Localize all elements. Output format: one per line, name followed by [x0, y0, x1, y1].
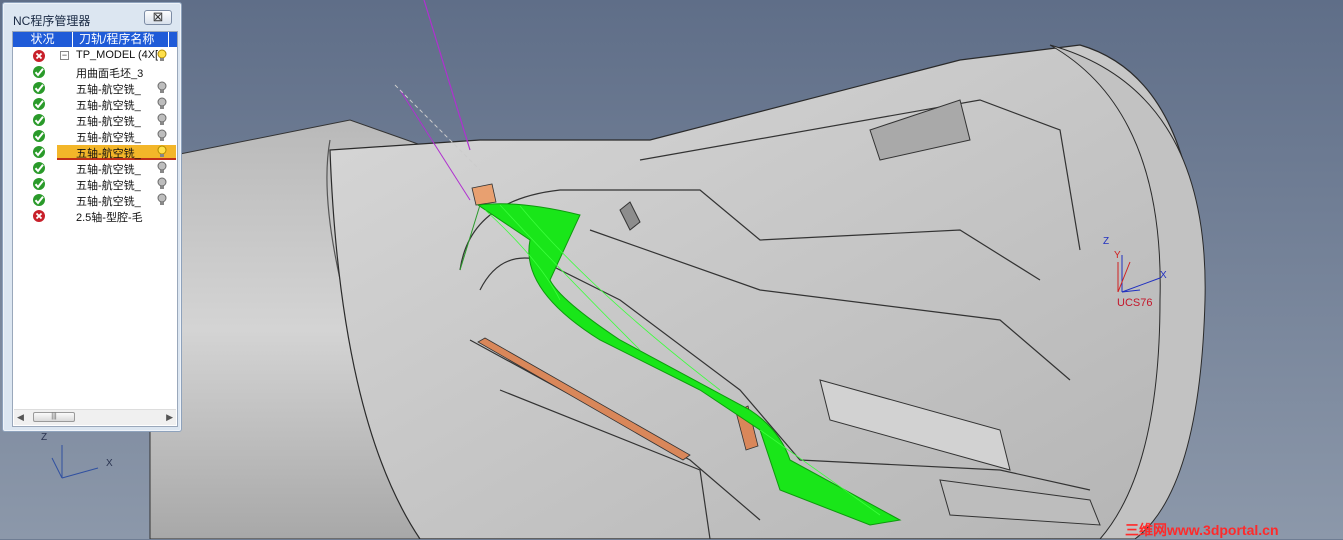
tree-row-name: 五轴-航空铣_ [76, 84, 141, 96]
tree-row[interactable]: 五轴-航空铣_ [13, 192, 177, 208]
tree-row-selected[interactable]: 五轴-航空铣_ [13, 144, 177, 160]
close-button[interactable]: ⊠ [144, 10, 172, 25]
status-ok-icon [33, 146, 45, 158]
scroll-right-arrow[interactable]: ▶ [166, 412, 173, 423]
ucs-y-label: Y [1114, 250, 1121, 261]
horizontal-scrollbar[interactable]: ◀ ||| ▶ [14, 409, 176, 425]
tree-row-name: 五轴-航空铣_ [76, 180, 141, 192]
column-header-name[interactable]: 刀轨/程序名称 [73, 32, 169, 47]
lightbulb-icon[interactable] [156, 97, 168, 111]
tree-row[interactable]: 五轴-航空铣_ [13, 176, 177, 192]
graphics-viewport[interactable] [0, 0, 1343, 539]
status-ok-icon [33, 162, 45, 174]
tree-row[interactable]: 2.5轴-型腔-毛 [13, 208, 177, 224]
panel-title: NC程序管理器 [13, 14, 91, 28]
lightbulb-icon[interactable] [156, 145, 168, 159]
tree-row-name: 2.5轴-型腔-毛 [76, 212, 143, 224]
tree-row-name: TP_MODEL (4X[ [76, 49, 159, 61]
ucs-z-label: Z [1103, 236, 1110, 247]
column-header-extra[interactable] [169, 32, 177, 47]
lightbulb-icon[interactable] [156, 49, 168, 63]
tree-row[interactable]: 五轴-航空铣_ [13, 112, 177, 128]
lightbulb-icon[interactable] [156, 161, 168, 175]
tree-row-name: 五轴-航空铣_ [76, 132, 141, 144]
lightbulb-icon[interactable] [156, 81, 168, 95]
status-ok-icon [33, 98, 45, 110]
status-ok-icon [33, 194, 45, 206]
status-error-icon [33, 210, 45, 222]
watermark-text: 三维网www.3dportal.cn [1125, 522, 1279, 538]
status-ok-icon [33, 114, 45, 126]
status-error-icon [33, 50, 45, 62]
tree-row-name: 五轴-航空铣_ [76, 196, 141, 208]
tree-row[interactable]: 五轴-航空铣_ [13, 128, 177, 144]
status-ok-icon [33, 130, 45, 142]
tree-row-name: 五轴-航空铣_ [76, 164, 141, 176]
triad-x-label: X [106, 458, 113, 469]
tree-row[interactable]: 五轴-航空铣_ [13, 160, 177, 176]
tree-row[interactable]: − TP_MODEL (4X[ [13, 48, 177, 64]
tree-row-name: 五轴-航空铣_ [76, 100, 141, 112]
program-tree[interactable]: 状况 刀轨/程序名称 − TP_MODEL (4X[用曲面毛坯_3 五轴-航空铣_ 五… [12, 31, 178, 427]
lightbulb-icon[interactable] [156, 129, 168, 143]
tree-row-name: 用曲面毛坯_3 [76, 68, 144, 80]
status-ok-icon [33, 66, 45, 78]
tree-expander-icon[interactable]: − [60, 51, 69, 60]
scroll-thumb[interactable]: ||| [33, 412, 75, 422]
column-header-status[interactable]: 状况 [13, 32, 73, 47]
status-ok-icon [33, 82, 45, 94]
tree-row[interactable]: 用曲面毛坯_3 [13, 64, 177, 80]
nc-program-manager-panel: NC程序管理器 ⊠ 状况 刀轨/程序名称 − TP_MODEL (4X[ 用曲面毛坯… [2, 2, 182, 432]
tree-row-name: 五轴-航空铣_ [76, 116, 141, 128]
tree-row[interactable]: 五轴-航空铣_ [13, 96, 177, 112]
triad-z-label: Z [41, 432, 48, 443]
tree-row[interactable]: 五轴-航空铣_ [13, 80, 177, 96]
ucs-x-label: X [1160, 270, 1167, 281]
scroll-left-arrow[interactable]: ◀ [17, 412, 24, 423]
lightbulb-icon[interactable] [156, 177, 168, 191]
status-ok-icon [33, 178, 45, 190]
ucs-name-label: UCS76 [1117, 297, 1153, 309]
lightbulb-icon[interactable] [156, 113, 168, 127]
lightbulb-icon[interactable] [156, 193, 168, 207]
